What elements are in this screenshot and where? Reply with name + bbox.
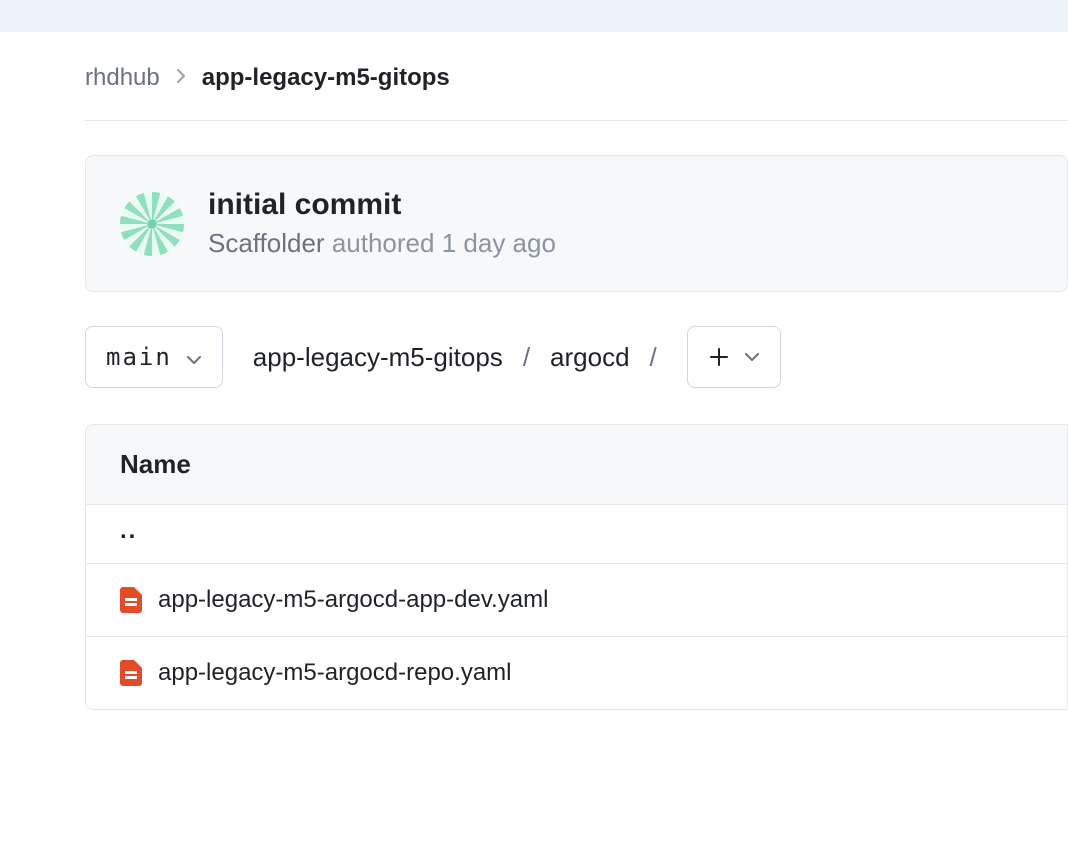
table-row[interactable]: app-legacy-m5-argocd-app-dev.yaml <box>86 564 1067 637</box>
file-icon <box>120 587 142 613</box>
chevron-down-icon <box>186 343 202 371</box>
file-name: app-legacy-m5-argocd-app-dev.yaml <box>158 586 548 614</box>
page-content: rhdhub app-legacy-m5-gitops initial comm… <box>0 32 1068 710</box>
breadcrumb-parent[interactable]: rhdhub <box>85 64 160 92</box>
commit-subtitle: Scaffolder authored 1 day ago <box>208 228 556 259</box>
add-file-button[interactable] <box>687 326 781 388</box>
path-segment-folder[interactable]: argocd <box>550 342 630 373</box>
chevron-right-icon <box>176 67 186 90</box>
chevron-down-icon <box>744 350 760 365</box>
parent-dir-link: .. <box>120 527 137 541</box>
path-separator: / <box>523 342 530 373</box>
breadcrumb: rhdhub app-legacy-m5-gitops <box>85 64 1068 121</box>
commit-time: 1 day ago <box>442 228 556 258</box>
path-separator: / <box>650 342 657 373</box>
commit-meta: initial commit Scaffolder authored 1 day… <box>208 188 556 259</box>
file-name: app-legacy-m5-argocd-repo.yaml <box>158 659 511 687</box>
breadcrumb-current[interactable]: app-legacy-m5-gitops <box>202 64 450 92</box>
table-row[interactable]: app-legacy-m5-argocd-repo.yaml <box>86 637 1067 709</box>
avatar[interactable] <box>120 192 184 256</box>
commit-title[interactable]: initial commit <box>208 188 556 222</box>
file-icon <box>120 660 142 686</box>
table-header-name[interactable]: Name <box>86 425 1067 505</box>
table-row-up[interactable]: .. <box>86 505 1067 564</box>
branch-select[interactable]: main <box>85 326 223 388</box>
file-table: Name .. app-legacy-m5-argocd-app-dev.yam… <box>85 424 1068 710</box>
path-segment-root[interactable]: app-legacy-m5-gitops <box>253 342 503 373</box>
path-breadcrumb: app-legacy-m5-gitops / argocd / <box>253 342 657 373</box>
top-strip <box>0 0 1068 32</box>
branch-name: main <box>106 343 172 371</box>
plus-icon <box>708 346 730 368</box>
commit-action: authored <box>332 228 435 258</box>
latest-commit-card: initial commit Scaffolder authored 1 day… <box>85 155 1068 292</box>
commit-author[interactable]: Scaffolder <box>208 228 325 258</box>
branch-path-bar: main app-legacy-m5-gitops / argocd / <box>85 326 1068 388</box>
